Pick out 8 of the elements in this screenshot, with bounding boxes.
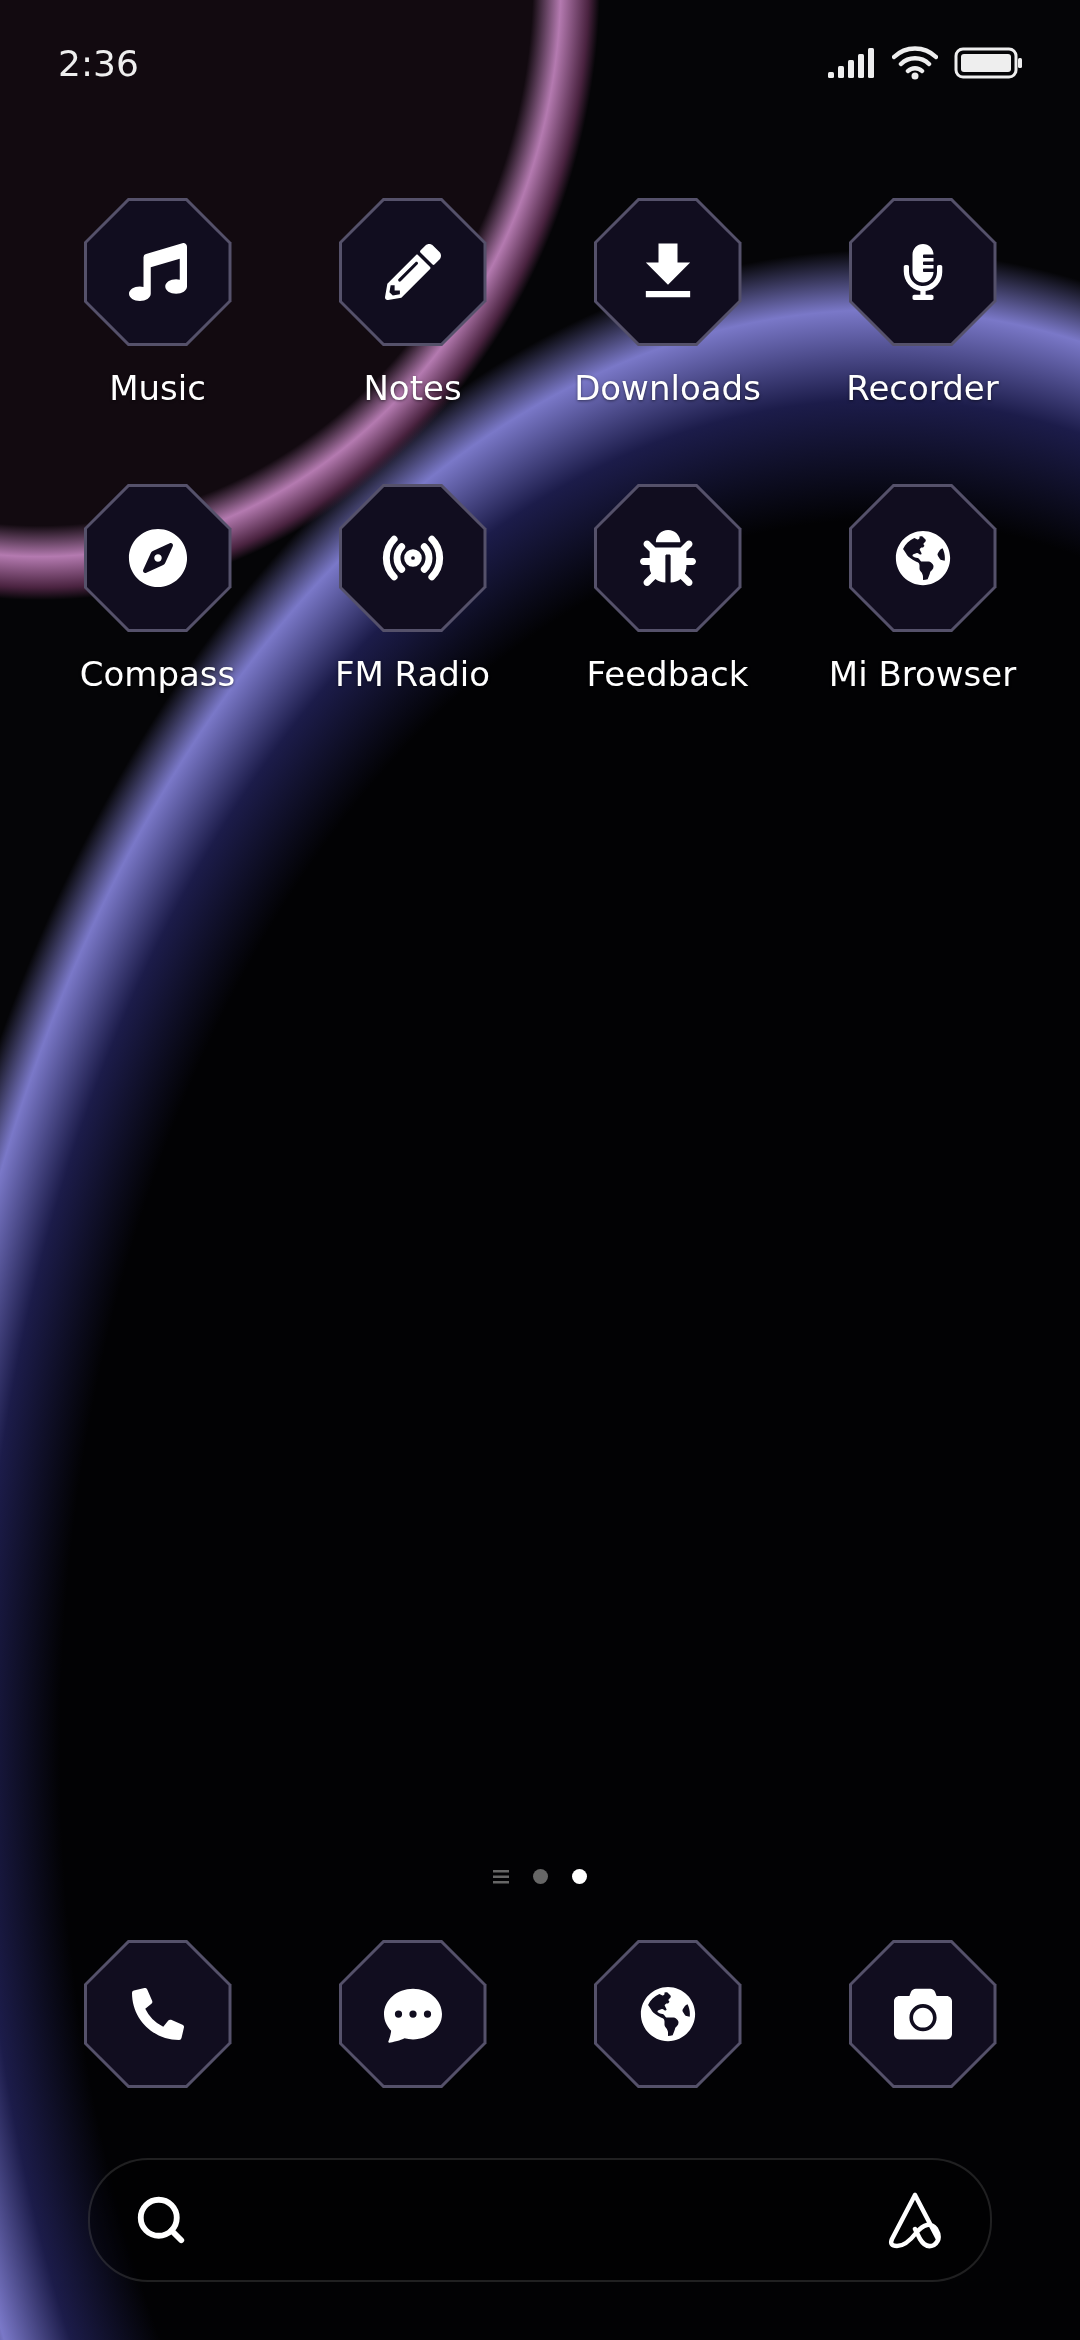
app-label: FM Radio [334,654,491,694]
app-label: Feedback [586,654,749,694]
app-label: Mi Browser [828,654,1017,694]
app-label: Music [109,368,206,408]
app-label: Notes [363,368,462,408]
app-label: Recorder [846,368,999,408]
clock-time: 2:36 [58,42,139,84]
app-label: Downloads [574,368,761,408]
